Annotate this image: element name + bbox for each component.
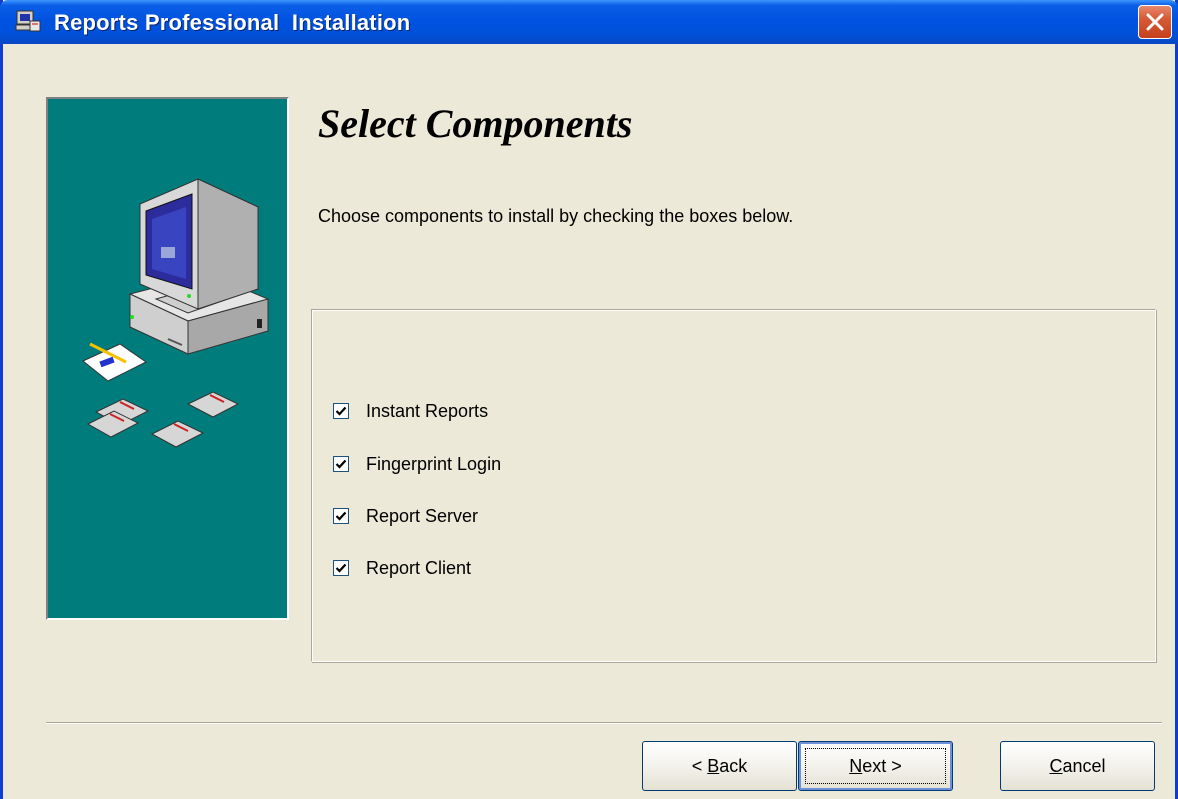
checkbox-fingerprint-login[interactable] bbox=[333, 456, 349, 472]
component-instant-reports[interactable]: Instant Reports bbox=[333, 399, 488, 423]
component-label: Instant Reports bbox=[366, 400, 489, 421]
checkmark-icon bbox=[335, 511, 347, 521]
title-bar[interactable]: Reports Professional Installation bbox=[0, 0, 1178, 44]
checkmark-icon bbox=[335, 563, 347, 573]
window-title: Reports Professional Installation bbox=[54, 10, 411, 35]
component-label: Fingerprint Login bbox=[366, 453, 502, 474]
component-report-server[interactable]: Report Server bbox=[333, 504, 478, 528]
checkmark-icon bbox=[335, 459, 347, 469]
checkbox-instant-reports[interactable] bbox=[333, 403, 349, 419]
computer-illustration bbox=[82, 178, 270, 448]
installer-icon bbox=[14, 9, 42, 35]
back-button[interactable]: < Back bbox=[642, 741, 797, 791]
component-report-client[interactable]: Report Client bbox=[333, 556, 471, 580]
footer-separator bbox=[46, 722, 1162, 724]
checkbox-report-client[interactable] bbox=[333, 560, 349, 576]
cancel-button-label: Cancel bbox=[1049, 755, 1106, 776]
checkbox-report-server[interactable] bbox=[333, 508, 349, 524]
cancel-button[interactable]: Cancel bbox=[1000, 741, 1155, 791]
component-label: Report Server bbox=[366, 505, 479, 526]
page-heading: Select Components bbox=[318, 101, 633, 146]
component-label: Report Client bbox=[366, 557, 472, 578]
next-button[interactable]: Next > bbox=[798, 741, 953, 791]
installer-window: Reports Professional Installation Select… bbox=[0, 0, 1178, 799]
component-fingerprint-login[interactable]: Fingerprint Login bbox=[333, 452, 501, 476]
checkmark-icon bbox=[335, 406, 347, 416]
close-button[interactable] bbox=[1138, 5, 1172, 39]
page-description: Choose components to install by checking… bbox=[318, 206, 794, 226]
focus-rectangle bbox=[805, 748, 946, 784]
wizard-side-image bbox=[46, 97, 289, 620]
components-group-box bbox=[311, 309, 1156, 662]
back-button-label: < Back bbox=[691, 755, 748, 776]
